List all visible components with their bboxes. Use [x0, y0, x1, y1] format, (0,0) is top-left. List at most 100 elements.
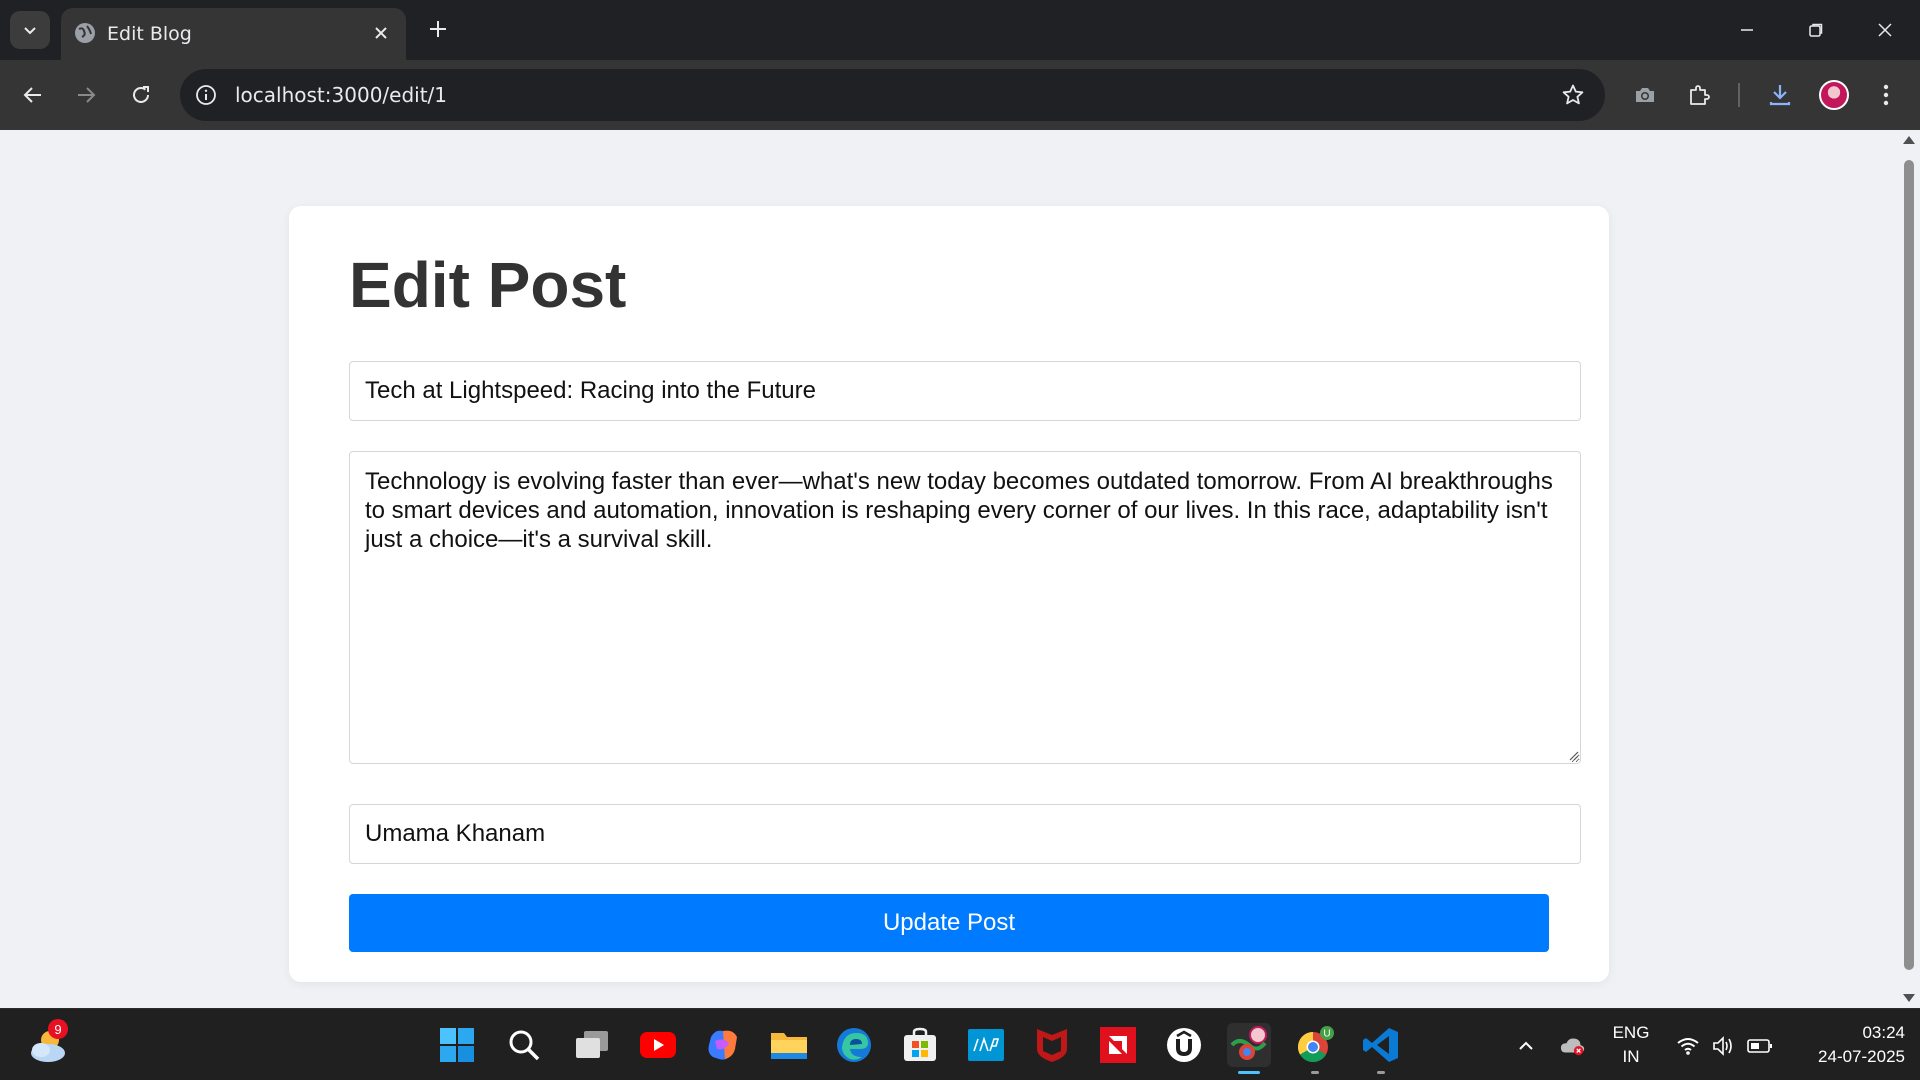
chevron-up-icon: [1519, 1041, 1533, 1050]
search-button[interactable]: [502, 1023, 546, 1067]
taskbar-edge[interactable]: [832, 1023, 876, 1067]
chrome-menu-button[interactable]: [1866, 75, 1906, 115]
start-button[interactable]: [435, 1023, 479, 1067]
chrome-icon: U: [1297, 1026, 1334, 1063]
star-icon: [1562, 84, 1584, 105]
url-text[interactable]: localhost:3000/edit/1: [235, 83, 447, 107]
browser-toolbar: localhost:3000/edit/1: [0, 60, 1920, 130]
reload-button[interactable]: [121, 75, 161, 115]
toolbar-divider: [1738, 83, 1740, 107]
taskbar-youtube[interactable]: [636, 1023, 680, 1067]
taskbar-vscode[interactable]: [1359, 1023, 1403, 1074]
arrow-right-icon: [78, 87, 96, 103]
svg-text:U: U: [1323, 1029, 1330, 1040]
globe-icon: [75, 23, 95, 43]
chevron-down-icon: [24, 27, 36, 35]
taskbar-amd[interactable]: [1096, 1023, 1140, 1067]
speaker-icon: [1713, 1036, 1732, 1056]
start-icon: [440, 1028, 474, 1062]
back-button[interactable]: [13, 75, 53, 115]
taskbar-copilot[interactable]: [701, 1023, 745, 1067]
weather-badge: 9: [48, 1019, 68, 1039]
scrollbar-thumb[interactable]: [1904, 160, 1914, 970]
extensions-button[interactable]: [1679, 75, 1719, 115]
copilot-icon: [708, 1030, 737, 1060]
onedrive-status-button[interactable]: [1560, 1033, 1586, 1059]
post-title-input[interactable]: [349, 361, 1581, 421]
running-app-indicator: [1311, 1071, 1319, 1074]
scroll-down-arrow-icon[interactable]: [1903, 994, 1915, 1002]
resize-handle-icon[interactable]: [1567, 749, 1579, 761]
profile-avatar[interactable]: [1819, 80, 1849, 110]
language-indicator-line1[interactable]: ENG: [1608, 1023, 1654, 1043]
search-icon: [509, 1030, 540, 1061]
page-scrollbar[interactable]: [1898, 130, 1920, 1008]
microsoft-store-icon: [904, 1027, 936, 1061]
plus-icon: [430, 21, 446, 37]
vscode-icon: [1363, 1028, 1398, 1062]
close-window-button[interactable]: [1860, 8, 1910, 52]
camera-icon: [1636, 88, 1654, 102]
taskbar-chrome-profile[interactable]: [1227, 1023, 1271, 1074]
taskbar-file-explorer[interactable]: [767, 1023, 811, 1067]
udemy-icon: [1167, 1028, 1201, 1062]
browser-tab-bar: Edit Blog: [0, 0, 1920, 60]
taskbar-mcafee[interactable]: [1030, 1023, 1074, 1067]
windows-taskbar: 9 U ENG IN 03:24 24-07-2025: [0, 1008, 1920, 1080]
restore-button[interactable]: [1791, 8, 1841, 52]
mcafee-icon: [1037, 1029, 1067, 1062]
running-app-indicator: [1377, 1071, 1385, 1074]
minimize-button[interactable]: [1722, 8, 1772, 52]
taskbar-microsoft-store[interactable]: [898, 1023, 942, 1067]
wifi-status[interactable]: [1675, 1033, 1701, 1059]
edge-icon: [837, 1028, 871, 1062]
puzzle-icon: [1690, 85, 1710, 105]
taskbar-udemy[interactable]: [1162, 1023, 1206, 1067]
myhp-icon: [968, 1029, 1004, 1061]
youtube-icon: [640, 1032, 676, 1058]
minimize-icon: [1741, 29, 1753, 31]
taskbar-chrome[interactable]: U: [1293, 1023, 1337, 1074]
forward-button[interactable]: [66, 75, 106, 115]
restore-icon: [1809, 23, 1823, 37]
clock-time[interactable]: 03:24: [1795, 1023, 1905, 1043]
file-explorer-icon: [771, 1033, 807, 1059]
volume-status[interactable]: [1711, 1033, 1737, 1059]
active-app-indicator: [1238, 1071, 1260, 1074]
tab-edit-blog[interactable]: Edit Blog: [61, 8, 406, 60]
chrome-profile-icon: [1230, 1026, 1267, 1060]
scroll-up-arrow-icon[interactable]: [1903, 136, 1915, 144]
page-viewport: Edit Post Technology is evolving faster …: [0, 130, 1898, 1008]
edit-post-card: Edit Post Technology is evolving faster …: [289, 206, 1609, 982]
tab-search-button[interactable]: [10, 11, 50, 49]
tab-title: Edit Blog: [107, 23, 192, 45]
task-view-icon: [576, 1031, 608, 1058]
post-author-input[interactable]: [349, 804, 1581, 864]
close-icon: [375, 27, 387, 39]
battery-status[interactable]: [1747, 1033, 1773, 1059]
new-tab-button[interactable]: [421, 12, 455, 46]
close-icon: [1878, 23, 1892, 37]
post-content-textarea[interactable]: Technology is evolving faster than ever—…: [349, 451, 1581, 764]
taskbar-myhp[interactable]: [964, 1023, 1008, 1067]
show-hidden-icons-button[interactable]: [1513, 1033, 1539, 1059]
site-info-button[interactable]: [192, 81, 220, 109]
page-title: Edit Post: [349, 249, 627, 321]
language-indicator-line2[interactable]: IN: [1608, 1047, 1654, 1067]
amd-icon: [1100, 1027, 1136, 1063]
screenshot-button[interactable]: [1625, 75, 1665, 115]
bookmark-button[interactable]: [1559, 81, 1587, 109]
wifi-icon: [1677, 1038, 1699, 1055]
tab-close-button[interactable]: [368, 20, 394, 46]
update-post-button[interactable]: Update Post: [349, 894, 1549, 952]
reload-icon: [133, 86, 149, 103]
battery-icon: [1747, 1039, 1772, 1053]
address-bar[interactable]: localhost:3000/edit/1: [180, 69, 1605, 121]
info-icon: [196, 85, 216, 105]
arrow-left-icon: [23, 87, 41, 103]
downloads-button[interactable]: [1760, 75, 1800, 115]
download-icon: [1769, 85, 1791, 106]
more-vertical-icon: [1883, 84, 1889, 106]
task-view-button[interactable]: [570, 1023, 614, 1067]
clock-date[interactable]: 24-07-2025: [1795, 1047, 1905, 1067]
